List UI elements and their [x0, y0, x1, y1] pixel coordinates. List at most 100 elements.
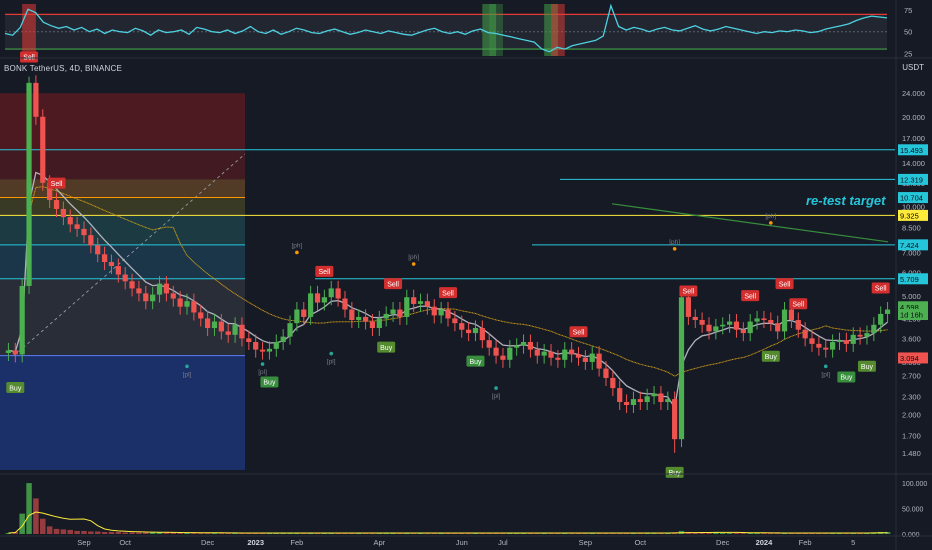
price-tick-label: 17.000	[902, 134, 925, 143]
candle-body	[452, 318, 458, 324]
fib-zone	[0, 215, 245, 245]
volume-bar	[184, 532, 190, 534]
candle-body	[301, 309, 307, 317]
candle-body	[335, 288, 341, 299]
candle-body	[575, 354, 582, 358]
candle-body	[527, 342, 534, 350]
price-label-text: 5.709	[900, 275, 919, 284]
signal-label: Buy	[263, 380, 276, 387]
price-tick-label: 1.700	[902, 431, 921, 440]
candle-body	[685, 297, 691, 317]
osc-tick-label: 50	[904, 28, 912, 37]
price-tick-label: 14.000	[902, 159, 925, 168]
candle-body	[67, 217, 73, 225]
volume-bar	[81, 530, 87, 534]
candle-body	[349, 309, 355, 321]
candle-body	[74, 224, 80, 229]
time-tick-label: Oct	[634, 538, 647, 547]
volume-bar	[143, 532, 149, 534]
pivot-dot	[411, 262, 416, 266]
candle-body	[644, 396, 650, 403]
candle-body	[878, 313, 884, 325]
candle-body	[5, 350, 12, 354]
candle-body	[19, 285, 25, 355]
candle-body	[740, 329, 746, 334]
candle-body	[809, 338, 815, 344]
pivot-dot	[185, 364, 189, 369]
time-tick-label: 2024	[756, 538, 774, 547]
signal-label: Sell	[319, 269, 331, 276]
signal-label: Buy	[861, 364, 874, 371]
candle-body	[253, 342, 259, 350]
candle-body	[665, 399, 671, 403]
candle-body	[177, 298, 183, 307]
candle-body	[239, 324, 245, 339]
signal-label: Sell	[683, 289, 695, 296]
candle-body	[678, 297, 685, 440]
signal-label: Buy	[765, 354, 778, 361]
time-tick-label: Apr	[373, 538, 385, 547]
signal-label: Sell	[792, 302, 804, 309]
price-tick-label: 20.000	[902, 113, 925, 122]
candle-body	[823, 347, 829, 350]
candle-body	[266, 348, 273, 352]
volume-bar	[67, 529, 73, 534]
candle-body	[225, 331, 231, 335]
volume-bar	[115, 531, 122, 534]
volume-bar	[733, 532, 740, 534]
candle-body	[342, 298, 348, 310]
signal-label: Buy	[9, 385, 22, 392]
candle-body	[129, 281, 135, 289]
candle-body	[596, 353, 602, 369]
time-tick-label: Feb	[799, 538, 812, 547]
pivot-label: [ph]	[765, 213, 776, 220]
currency-label[interactable]: USDT	[902, 63, 924, 72]
candle-body	[108, 262, 115, 267]
candle-body	[617, 388, 623, 403]
fib-zone	[0, 149, 245, 180]
descending-trend-line	[611, 203, 889, 243]
candle-body	[376, 318, 382, 329]
fib-zone	[0, 197, 245, 216]
candle-body	[514, 345, 520, 348]
fib-zone	[0, 179, 245, 198]
price-tick-label: 24.000	[902, 89, 925, 98]
pivot-dot	[494, 386, 498, 390]
osc-highlight	[489, 4, 503, 56]
candle-body	[362, 316, 369, 322]
volume-bar	[108, 531, 115, 534]
signal-label: Buy	[469, 359, 482, 366]
candle-body	[184, 301, 190, 307]
candle-body	[637, 399, 643, 403]
candle-body	[754, 318, 760, 322]
candle-body	[775, 323, 781, 332]
candle-body	[630, 399, 637, 405]
time-tick-label: Sep	[77, 538, 90, 547]
candle-body	[232, 324, 238, 335]
pivot-label: [pl]	[183, 371, 192, 378]
pivot-dot	[260, 362, 265, 366]
candle-body	[33, 82, 39, 117]
volume-bar	[122, 532, 128, 534]
chart-canvas[interactable]: [ph] [ph] [pl] [pl] [pl] [pl] [ph] [ph] [pl] Sell…	[0, 0, 932, 550]
price-tick-label: 3.600	[902, 334, 921, 343]
candle-body	[383, 313, 389, 319]
volume-bar	[719, 532, 726, 534]
candle-body	[747, 321, 753, 334]
volume-bar	[40, 518, 46, 534]
candle-body	[287, 323, 293, 337]
candle-body	[871, 324, 877, 334]
candle-body	[246, 338, 252, 343]
price-tick-label: 5.000	[902, 292, 921, 301]
candle-body	[101, 254, 108, 263]
fib-zone	[0, 278, 245, 356]
candle-body	[864, 333, 870, 337]
price-tick-label: 8.500	[902, 223, 921, 232]
candle-body	[610, 377, 616, 389]
candle-body	[95, 245, 101, 255]
candle-body	[830, 342, 836, 350]
candle-body	[459, 323, 465, 330]
candle-body	[163, 283, 170, 294]
candle-body	[280, 336, 286, 343]
candle-body	[733, 321, 740, 330]
